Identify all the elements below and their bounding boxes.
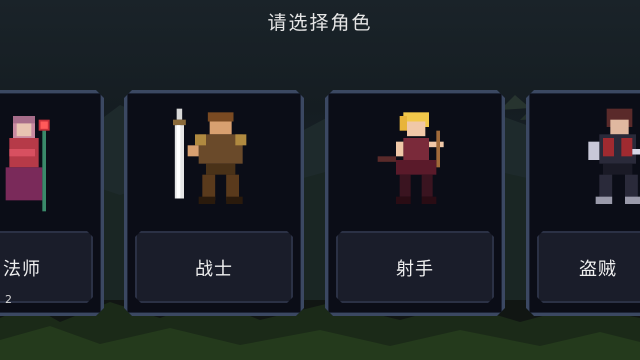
name-plate-warrior: 战士 xyxy=(135,231,293,303)
character-select-screen: 请选择角色 法师 2 战士 射手 盗贼 xyxy=(0,0,640,360)
warrior-sprite xyxy=(157,105,277,215)
character-card-rogue[interactable]: 盗贼 xyxy=(526,90,640,316)
name-plate-rogue: 盗贼 xyxy=(537,231,640,303)
character-name-archer: 射手 xyxy=(396,259,434,280)
character-card-archer[interactable]: 射手 xyxy=(325,90,505,316)
rogue-sprite xyxy=(554,105,640,215)
character-name-mage: 法师 xyxy=(3,259,41,280)
character-name-rogue: 盗贼 xyxy=(579,259,617,280)
page-title: 请选择角色 xyxy=(267,12,373,34)
name-plate-archer: 射手 xyxy=(336,231,494,303)
archer-sprite xyxy=(358,105,478,215)
character-sub-mage: 2 xyxy=(5,293,12,306)
character-card-warrior[interactable]: 战士 xyxy=(124,90,304,316)
character-card-mage[interactable]: 法师 2 xyxy=(0,90,104,316)
name-plate-mage: 法师 2 xyxy=(0,231,93,303)
mage-sprite xyxy=(0,105,117,215)
character-name-warrior: 战士 xyxy=(195,259,233,280)
